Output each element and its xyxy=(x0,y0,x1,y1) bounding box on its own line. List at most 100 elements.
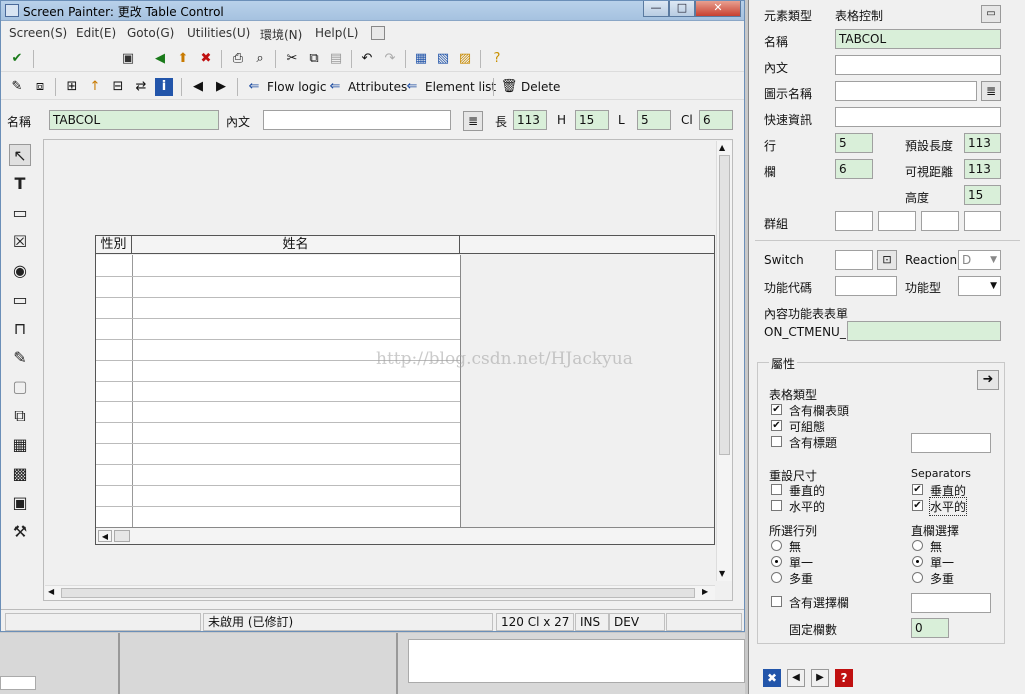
table-control-icon[interactable]: ▦ xyxy=(9,434,31,456)
attributes-arrow-icon[interactable]: ⇐ xyxy=(326,78,344,96)
copy-icon[interactable]: ⧉ xyxy=(305,50,323,68)
default-length-input[interactable]: 113 xyxy=(964,133,1001,153)
quickinfo-input[interactable] xyxy=(835,107,1001,127)
close-button[interactable]: ✕ xyxy=(695,1,741,17)
tabstrip-icon[interactable]: ⊓ xyxy=(9,318,31,340)
menu-screen[interactable]: Screen(S) xyxy=(9,26,67,40)
status-icon[interactable]: ⚒ xyxy=(9,521,31,543)
text-lookup-icon[interactable]: ≣ xyxy=(463,111,483,131)
attr-text-input[interactable] xyxy=(835,55,1001,75)
tabstrip-wizard-icon[interactable]: ✎ xyxy=(9,347,31,369)
delete-button[interactable]: Delete xyxy=(521,80,560,94)
group-input-2[interactable] xyxy=(878,211,916,231)
flow-logic-button[interactable]: Flow logic xyxy=(267,80,326,94)
box-icon[interactable]: ▢ xyxy=(9,376,31,398)
save-icon[interactable]: ▣ xyxy=(119,50,137,68)
menu-environment[interactable]: 環境(N) xyxy=(260,26,302,43)
vscroll-thumb[interactable] xyxy=(719,155,730,455)
group-input-1[interactable] xyxy=(835,211,873,231)
row-input[interactable]: 5 xyxy=(835,133,873,153)
scroll-thumb[interactable] xyxy=(114,530,130,542)
next-element-icon[interactable]: ▶ xyxy=(811,669,829,687)
h-input[interactable]: 15 xyxy=(575,110,609,130)
arrow-right-icon[interactable]: ➜ xyxy=(977,370,999,390)
scroll-left-icon[interactable]: ◀ xyxy=(98,530,112,542)
l-input[interactable]: 5 xyxy=(637,110,671,130)
element-list-button[interactable]: Element list xyxy=(425,80,496,94)
title-bar[interactable]: Screen Painter: 更改 Table Control — □ ✕ xyxy=(1,1,744,21)
table-wizard-icon[interactable]: ▩ xyxy=(9,463,31,485)
hscroll-left-icon[interactable]: ◀ xyxy=(48,587,54,596)
objects-icon[interactable]: ⧈ xyxy=(31,78,49,96)
undo-icon[interactable]: ↶ xyxy=(358,50,376,68)
attr-name-input[interactable]: TABCOL xyxy=(835,29,1001,49)
canvas-vscroll[interactable]: ▲ ▼ xyxy=(716,141,732,581)
pencil-icon[interactable]: ✎ xyxy=(8,78,26,96)
sep-horizontal-checkbox[interactable]: ✔ xyxy=(912,500,923,511)
scroll-up-icon[interactable]: ▲ xyxy=(719,143,725,152)
menu-goto[interactable]: Goto(G) xyxy=(127,26,174,40)
column-header-name[interactable]: 姓名 xyxy=(132,236,460,254)
move-icon[interactable]: ⇄ xyxy=(132,78,150,96)
cut-icon[interactable]: ✂ xyxy=(283,50,301,68)
find-icon[interactable]: ⌕ xyxy=(251,50,269,68)
scroll-down-icon[interactable]: ▼ xyxy=(719,569,725,578)
checkbox-icon[interactable]: ☒ xyxy=(9,231,31,253)
reaction-select[interactable]: D ▼ xyxy=(958,250,1001,270)
configurable-checkbox[interactable]: ✔ xyxy=(771,420,782,431)
fixed-cols-input[interactable]: 0 xyxy=(911,618,949,638)
visible-length-input[interactable]: 113 xyxy=(964,159,1001,179)
name-input[interactable]: TABCOL xyxy=(49,110,219,130)
custom-control-icon[interactable]: ▣ xyxy=(9,492,31,514)
icon-lookup-icon[interactable]: ≣ xyxy=(981,81,1001,101)
pointer-icon[interactable]: ↑ xyxy=(86,78,104,96)
ftype-select[interactable]: ▼ xyxy=(958,276,1001,296)
switch-input[interactable] xyxy=(835,250,873,270)
window-icon[interactable]: ▧ xyxy=(434,50,452,68)
redo-icon[interactable]: ↷ xyxy=(381,50,399,68)
hierarchy-icon[interactable]: ⊞ xyxy=(63,78,81,96)
menu-extra-icon[interactable] xyxy=(371,26,385,40)
col-sel-single-radio[interactable] xyxy=(912,556,923,567)
has-sel-col-checkbox[interactable] xyxy=(771,596,782,607)
resize-horizontal-checkbox[interactable] xyxy=(771,500,782,511)
flow-logic-arrow-icon[interactable]: ⇐ xyxy=(245,78,263,96)
prev-element-icon[interactable]: ◀ xyxy=(787,669,805,687)
close-panel-icon[interactable]: ✖ xyxy=(763,669,781,687)
row-sel-multi-radio[interactable] xyxy=(771,572,782,583)
select-pointer-icon[interactable]: ↖ xyxy=(9,144,31,166)
group-input-4[interactable] xyxy=(964,211,1001,231)
back-icon[interactable]: ◀ xyxy=(151,50,169,68)
minimize-button[interactable]: — xyxy=(643,1,669,17)
print-icon[interactable]: ⎙ xyxy=(229,50,247,68)
prev-icon[interactable]: ◀ xyxy=(189,78,207,96)
cancel-icon[interactable]: ✖ xyxy=(197,50,215,68)
col-sel-none-radio[interactable] xyxy=(912,540,923,551)
sep-vertical-checkbox[interactable]: ✔ xyxy=(912,484,923,495)
table-icon[interactable]: ⊟ xyxy=(109,78,127,96)
row-sel-none-radio[interactable] xyxy=(771,540,782,551)
group-input-3[interactable] xyxy=(921,211,959,231)
collapse-icon[interactable]: ▭ xyxy=(981,5,1001,23)
image-icon[interactable]: ▨ xyxy=(456,50,474,68)
text-input[interactable] xyxy=(263,110,451,130)
attributes-button[interactable]: Attributes xyxy=(348,80,407,94)
switch-lock-icon[interactable]: ⊡ xyxy=(877,250,897,270)
height-input[interactable]: 15 xyxy=(964,185,1001,205)
help-icon[interactable]: ? xyxy=(488,50,506,68)
has-title-checkbox[interactable] xyxy=(771,436,782,447)
col-input[interactable]: 6 xyxy=(835,159,873,179)
hscroll-thumb[interactable] xyxy=(61,588,695,598)
menu-edit[interactable]: Edit(E) xyxy=(76,26,116,40)
icon-name-input[interactable] xyxy=(835,81,977,101)
fcode-input[interactable] xyxy=(835,276,897,296)
row-sel-single-radio[interactable] xyxy=(771,556,782,567)
title-input[interactable] xyxy=(911,433,991,453)
menu-utilities[interactable]: Utilities(U) xyxy=(187,26,250,40)
subscreen-icon[interactable]: ⧉ xyxy=(9,405,31,427)
menu-help[interactable]: Help(L) xyxy=(315,26,358,40)
next-icon[interactable]: ▶ xyxy=(212,78,230,96)
col-sel-multi-radio[interactable] xyxy=(912,572,923,583)
table-control[interactable]: 性別 姓名 ◀ xyxy=(95,235,715,545)
paste-icon[interactable]: ▤ xyxy=(327,50,345,68)
